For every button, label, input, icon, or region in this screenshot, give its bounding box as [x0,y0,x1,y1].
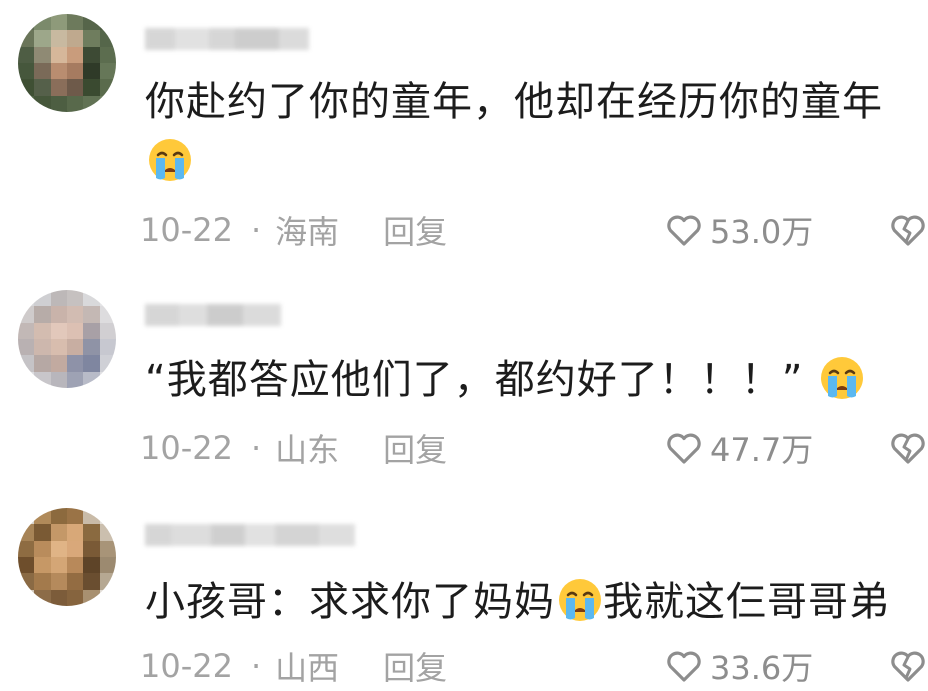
crying-face-icon [147,137,193,183]
reply-button[interactable]: 回复 [383,207,447,253]
broken-heart-icon [888,210,928,250]
like-button[interactable]: 53.0万 [664,208,813,252]
like-count: 47.7万 [710,431,814,469]
comment-text-line: 你赴约了你的童年，他却在经历你的童年 [145,79,883,125]
username[interactable] [145,302,281,328]
username[interactable] [145,522,355,548]
like-button[interactable]: 33.6万 [664,644,813,688]
crying-face-icon [557,577,603,623]
like-count: 53.0万 [710,213,814,251]
comment-location: 山西 [275,649,340,687]
heart-icon [664,210,704,250]
like-button[interactable]: 47.7万 [664,426,813,470]
comment-text-part: 我就这仨哥哥弟 [603,579,890,625]
comment-date: 10-22 [140,211,233,249]
reply-button[interactable]: 回复 [383,425,447,471]
comment-location: 山东 [275,431,340,469]
dislike-button[interactable] [888,426,928,470]
meta-separator: · [250,647,262,685]
comment-text-part: 小孩哥：求求你了妈妈 [145,579,555,625]
comment-meta: 10-22 · 山西 回复 [140,644,447,688]
comment-meta: 10-22 · 海南 回复 [140,208,447,252]
crying-face-icon [819,355,865,401]
comment-location: 海南 [275,213,340,251]
reply-button[interactable]: 回复 [383,643,447,689]
dislike-button[interactable] [888,208,928,252]
comment-meta: 10-22 · 山东 回复 [140,426,447,470]
comment-text: 你赴约了你的童年，他却在经历你的童年 [145,72,883,192]
comment-text-line: “我都答应他们了，都约好了！！！” [145,357,804,403]
broken-heart-icon [888,428,928,468]
comment-date: 10-22 [140,647,233,685]
like-count: 33.6万 [710,649,814,687]
broken-heart-icon [888,646,928,686]
meta-separator: · [250,429,262,467]
meta-separator: · [250,211,262,249]
avatar[interactable] [18,508,116,606]
comment-text: 小孩哥：求求你了妈妈 我就这仨哥哥弟 [145,572,890,632]
heart-icon [664,646,704,686]
avatar[interactable] [18,290,116,388]
username[interactable] [145,26,309,52]
avatar[interactable] [18,14,116,112]
comment-date: 10-22 [140,429,233,467]
dislike-button[interactable] [888,644,928,688]
comment-text: “我都答应他们了，都约好了！！！” [145,350,865,410]
heart-icon [664,428,704,468]
